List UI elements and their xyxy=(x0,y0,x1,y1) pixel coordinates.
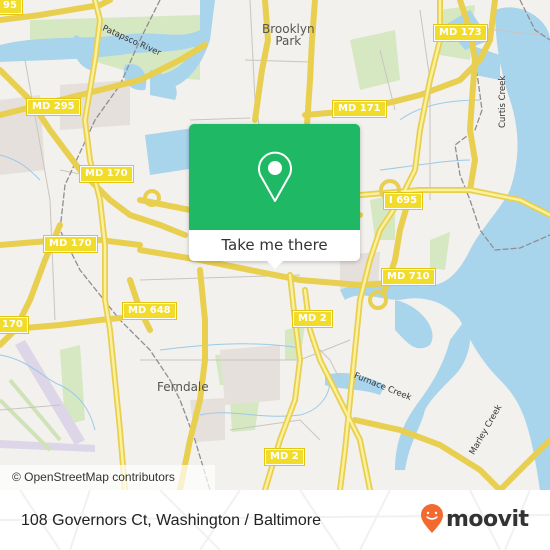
shield-md295: MD 295 xyxy=(26,98,81,116)
moovit-pin-icon xyxy=(421,504,443,533)
moovit-logo[interactable]: moovit xyxy=(420,504,529,534)
water-label-curtis: Curtis Creek xyxy=(498,75,508,128)
place-label-ferndale: Ferndale xyxy=(157,380,209,394)
location-popup[interactable]: Take me there xyxy=(189,124,360,269)
shield-md170-a: MD 170 xyxy=(79,165,134,183)
shield-md2-a: MD 2 xyxy=(292,310,333,328)
shield-md170-b: MD 170 xyxy=(43,235,98,253)
shield-md171: MD 171 xyxy=(332,100,387,118)
address-text: 108 Governors Ct, Washington / Baltimore xyxy=(21,512,321,529)
shield-md710: MD 710 xyxy=(381,268,436,286)
moovit-wordmark: moovit xyxy=(446,506,529,532)
shield-md173: MD 173 xyxy=(433,24,488,42)
place-label-brooklyn-park: Brooklyn Park xyxy=(262,23,315,47)
map-attribution[interactable]: © OpenStreetMap contributors xyxy=(0,465,215,490)
popup-header[interactable] xyxy=(189,124,360,230)
place-label-brooklyn-park-text: Brooklyn Park xyxy=(262,22,315,48)
footer: 108 Governors Ct, Washington / Baltimore… xyxy=(0,490,550,550)
take-me-there-button[interactable]: Take me there xyxy=(189,230,360,261)
map[interactable]: Brooklyn Park Ferndale Patapsco River Cu… xyxy=(0,0,550,490)
popup-pointer xyxy=(267,261,283,269)
shield-top-left: 95 xyxy=(0,0,23,15)
shield-md648: MD 648 xyxy=(122,302,177,320)
shield-md170-c: 170 xyxy=(0,316,29,334)
shield-md2-b: MD 2 xyxy=(264,448,305,466)
location-pin-icon xyxy=(258,151,292,202)
shield-i695: I 695 xyxy=(382,192,424,210)
